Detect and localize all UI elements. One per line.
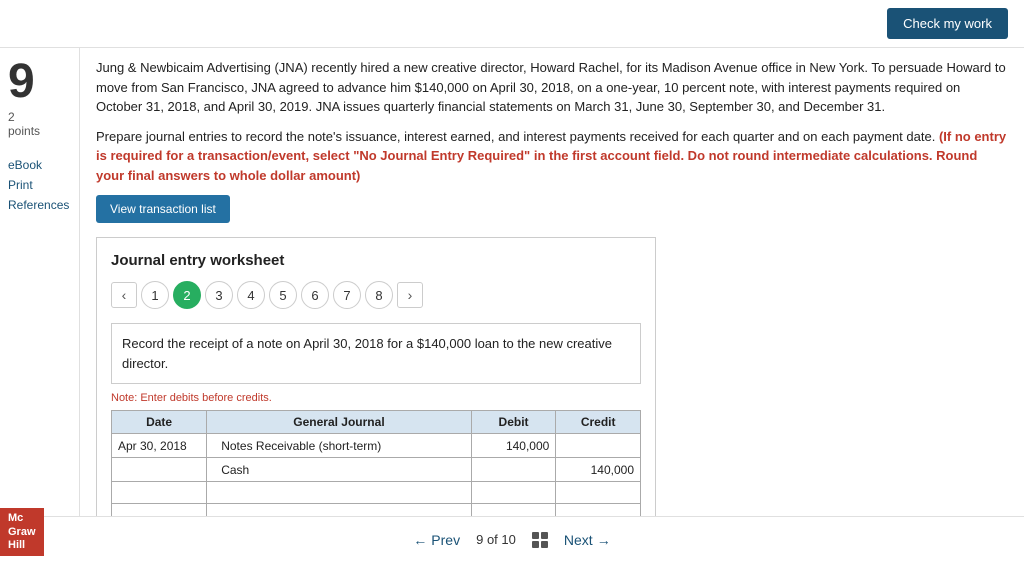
sidebar-link-references[interactable]: References xyxy=(8,198,69,212)
question-number: 9 xyxy=(8,58,35,106)
col-header-debit: Debit xyxy=(471,411,556,434)
points-value: 2 xyxy=(8,110,15,124)
row3-credit[interactable] xyxy=(556,482,641,504)
worksheet-title: Journal entry worksheet xyxy=(111,252,641,269)
points-label: points xyxy=(8,124,40,138)
row3-debit[interactable] xyxy=(471,482,556,504)
grid-icon[interactable] xyxy=(532,532,548,548)
page-4[interactable]: 4 xyxy=(237,281,265,309)
row2-account[interactable]: Cash xyxy=(207,458,472,482)
page-navigation: ‹ 1 2 3 4 5 6 7 8 › xyxy=(111,281,641,309)
page-1[interactable]: 1 xyxy=(141,281,169,309)
next-button[interactable]: Next → xyxy=(564,532,611,548)
total-pages: 10 xyxy=(501,532,515,547)
note-text: Note: Enter debits before credits. xyxy=(111,392,641,404)
row3-date xyxy=(112,482,207,504)
table-row xyxy=(112,482,641,504)
page-6[interactable]: 6 xyxy=(301,281,329,309)
sidebar-link-ebook[interactable]: eBook xyxy=(8,158,69,172)
row1-credit[interactable] xyxy=(556,434,641,458)
col-header-credit: Credit xyxy=(556,411,641,434)
page-5[interactable]: 5 xyxy=(269,281,297,309)
page-next-arrow[interactable]: › xyxy=(397,282,423,308)
prev-arrow-icon: ← xyxy=(413,532,427,548)
col-header-date: Date xyxy=(112,411,207,434)
question-text: Jung & Newbicaim Advertising (JNA) recen… xyxy=(96,58,1008,117)
page-prev-arrow[interactable]: ‹ xyxy=(111,282,137,308)
next-arrow-icon: → xyxy=(597,532,611,548)
record-description: Record the receipt of a note on April 30… xyxy=(111,323,641,384)
row1-date: Apr 30, 2018 xyxy=(112,434,207,458)
next-label: Next xyxy=(564,532,593,548)
page-info: 9 of 10 xyxy=(476,532,516,547)
row4-debit[interactable] xyxy=(471,504,556,517)
row3-account[interactable] xyxy=(207,482,472,504)
table-row: Apr 30, 2018 Notes Receivable (short-ter… xyxy=(112,434,641,458)
prev-button[interactable]: ← Prev xyxy=(413,532,460,548)
row1-debit[interactable]: 140,000 xyxy=(471,434,556,458)
page-3[interactable]: 3 xyxy=(205,281,233,309)
row2-date xyxy=(112,458,207,482)
page-2[interactable]: 2 xyxy=(173,281,201,309)
instruction-text: Prepare journal entries to record the no… xyxy=(96,127,1008,186)
row2-credit[interactable]: 140,000 xyxy=(556,458,641,482)
bottom-navigation: Mc Graw Hill ← Prev 9 of 10 Next → xyxy=(0,516,1024,562)
row2-debit[interactable] xyxy=(471,458,556,482)
row1-account[interactable]: Notes Receivable (short-term) xyxy=(207,434,472,458)
current-page: 9 xyxy=(476,532,483,547)
table-row: Cash 140,000 xyxy=(112,458,641,482)
instruction-normal: Prepare journal entries to record the no… xyxy=(96,129,935,144)
view-transaction-button[interactable]: View transaction list xyxy=(96,195,230,223)
row4-credit[interactable] xyxy=(556,504,641,517)
col-header-general: General Journal xyxy=(207,411,472,434)
prev-label: Prev xyxy=(431,532,460,548)
journal-table: Date General Journal Debit Credit Apr 30… xyxy=(111,410,641,516)
mcgraw-hill-logo: Mc Graw Hill xyxy=(0,508,44,556)
row4-account[interactable] xyxy=(207,504,472,517)
page-7[interactable]: 7 xyxy=(333,281,361,309)
sidebar-link-print[interactable]: Print xyxy=(8,178,69,192)
row4-date xyxy=(112,504,207,517)
table-row xyxy=(112,504,641,517)
page-8[interactable]: 8 xyxy=(365,281,393,309)
check-my-work-button[interactable]: Check my work xyxy=(887,8,1008,39)
of-label: of xyxy=(487,532,501,547)
journal-entry-worksheet: Journal entry worksheet ‹ 1 2 3 4 5 6 7 … xyxy=(96,237,656,516)
